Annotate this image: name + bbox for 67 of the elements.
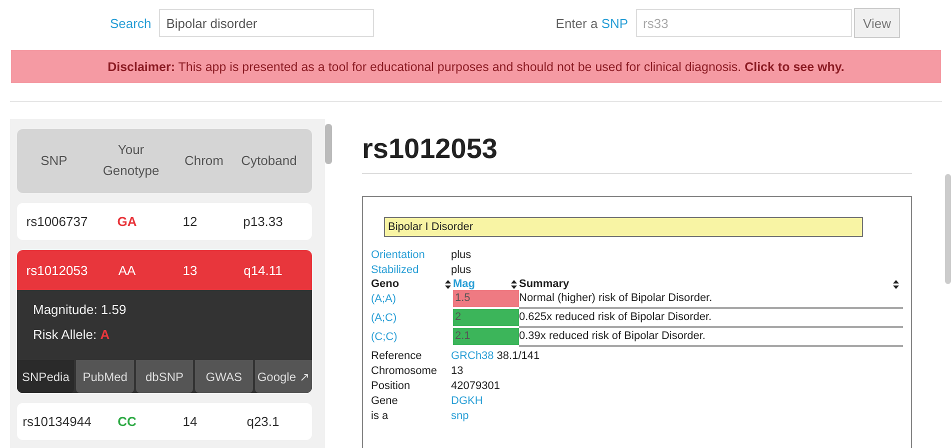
column-header: Cytoband — [240, 152, 298, 170]
sort-icon[interactable] — [445, 280, 451, 288]
column-header: Chrom — [183, 152, 224, 170]
magnitude-cell: 2.1 — [453, 328, 519, 347]
property-label: Chromosome — [371, 365, 438, 377]
risk-allele-text: Risk Allele: A — [33, 327, 111, 342]
sort-icon[interactable] — [511, 280, 517, 288]
column-header[interactable]: Mag — [453, 278, 511, 290]
link-tab[interactable]: GWAS — [195, 360, 253, 393]
why-link[interactable]: Click to see why. — [744, 60, 844, 74]
property-label: Gene — [371, 395, 399, 407]
magnitude-cell: 1.5 — [453, 290, 519, 309]
summary-cell: 0.625x reduced risk of Bipolar Disorder. — [519, 309, 903, 328]
scrollbar-thumb[interactable] — [945, 174, 951, 284]
genotype-link[interactable]: (A;C) — [371, 310, 445, 327]
column-header: Your Genotype — [102, 141, 160, 180]
link-tab[interactable]: PubMed — [76, 360, 134, 393]
property-link[interactable]: Orientation — [371, 249, 451, 261]
property-value: plus — [451, 249, 472, 261]
property-link[interactable]: Stabilized — [371, 264, 451, 276]
snp-cell-text: rs1012053 — [25, 262, 89, 278]
chrom-cell-text: 14 — [182, 414, 198, 429]
view-button[interactable]: View — [854, 8, 900, 38]
property-label: is a — [371, 410, 390, 422]
property-value: 42079301 — [451, 380, 500, 392]
genotype-cell-text: GA — [116, 214, 138, 229]
link-tab[interactable]: Google ↗ — [254, 360, 312, 393]
snp-title: rs1012053 — [362, 133, 912, 174]
property-value: 13 — [451, 365, 464, 377]
genotype-link[interactable]: (C;C) — [371, 329, 445, 346]
snp-row[interactable]: rs1006737 GA 12 p13.33 — [17, 203, 312, 240]
property-link[interactable]: GRCh38 — [451, 350, 494, 362]
property-value: plus — [451, 264, 472, 276]
sort-icon[interactable] — [893, 280, 899, 288]
genotype-cell-text: CC — [116, 414, 138, 429]
trait-banner: Bipolar I Disorder — [384, 217, 863, 237]
column-header[interactable]: Geno — [371, 278, 445, 290]
cytoband-cell-text: p13.33 — [242, 214, 284, 229]
magnitude-text: Magnitude: 1.59 — [33, 302, 128, 317]
snp-row[interactable]: rs1012053 AA 13 q14.11 — [17, 250, 312, 290]
snp-cell-text: rs10134944 — [22, 414, 92, 429]
property-value: 38.1/141 — [496, 350, 540, 362]
genotype-cell-text: AA — [117, 262, 137, 278]
property-label: Reference — [371, 350, 423, 362]
property-label: Position — [371, 380, 412, 392]
cytoband-cell-text: q23.1 — [246, 414, 280, 429]
chrom-cell-text: 13 — [182, 262, 198, 278]
chrom-cell-text: 12 — [182, 214, 198, 229]
snp-cell-text: rs1006737 — [25, 214, 89, 229]
link-tab[interactable]: SNPedia — [17, 360, 74, 393]
cytoband-cell-text: q14.11 — [242, 262, 284, 278]
disclaimer-text: Disclaimer: This app is presented as a tool for educational purposes and should not be used for clinical diagnosis. Click to see why. — [108, 60, 844, 74]
magnitude-cell: 2 — [453, 309, 519, 328]
summary-cell: Normal (higher) risk of Bipolar Disorder. — [519, 290, 903, 309]
search-label: Search — [110, 16, 152, 30]
summary-cell: 0.39x reduced risk of Bipolar Disorder. — [519, 328, 903, 347]
genotype-link[interactable]: (A;A) — [371, 291, 445, 308]
column-header[interactable]: Summary — [519, 278, 893, 290]
property-link[interactable]: DGKH — [451, 395, 483, 407]
snp-label: Enter a SNP — [556, 16, 628, 30]
search-field[interactable]: Bipolar disorder — [159, 9, 374, 37]
snp-row[interactable]: rs10134944 CC 14 q23.1 — [17, 403, 312, 440]
link-tab[interactable]: dbSNP — [136, 360, 194, 393]
snp-field[interactable]: rs33 — [636, 9, 852, 37]
column-header: SNP — [40, 152, 68, 170]
scrollbar-thumb[interactable] — [325, 124, 332, 164]
property-link[interactable]: snp — [451, 410, 469, 422]
